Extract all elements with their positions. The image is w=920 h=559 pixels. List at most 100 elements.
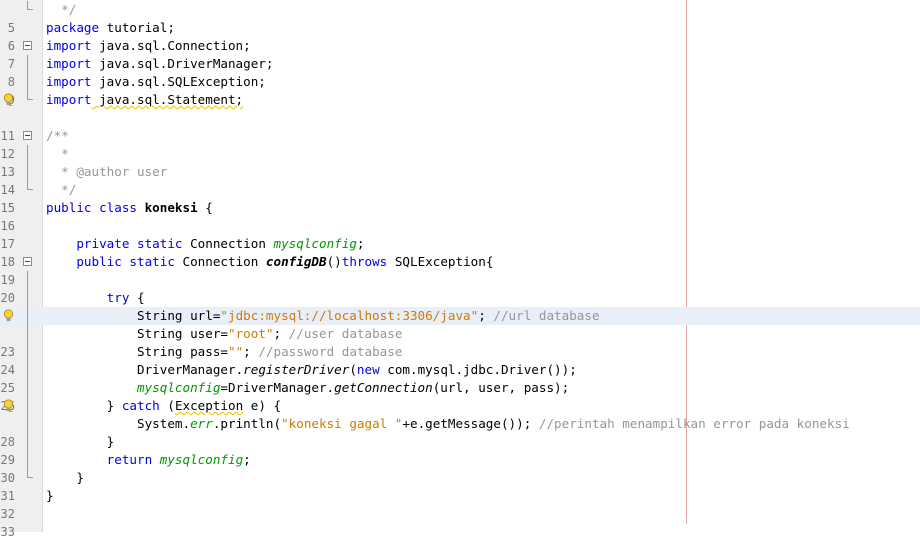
- code-text: (): [326, 254, 342, 269]
- code-line[interactable]: 28 System.err.println("koneksi gagal "+e…: [0, 415, 920, 449]
- code-text: java.sql.SQLException;: [91, 74, 266, 89]
- code-line[interactable]: 16 public class koneksi {: [0, 199, 920, 233]
- code-line[interactable]: 23 String user="root"; //user database: [0, 325, 920, 359]
- code-line[interactable]: 26 mysqlconfig=DriverManager.getConnecti…: [0, 379, 920, 413]
- code-text: {: [197, 200, 213, 215]
- code-text: SQLException{: [387, 254, 494, 269]
- lightbulb-hint-icon[interactable]: [3, 93, 14, 107]
- code-line[interactable]: 21 try {: [0, 289, 920, 323]
- code-line[interactable]: 30 return mysqlconfig;: [0, 451, 920, 485]
- code-area[interactable]: 5 */ 6 package tutorial; 7 import java.s…: [0, 1, 920, 539]
- code-line-current[interactable]: 22 String url="jdbc:mysql://localhost:33…: [0, 307, 920, 325]
- keyword: throws: [341, 254, 388, 269]
- string-literal: "": [228, 344, 244, 359]
- keyword: import: [46, 92, 92, 107]
- code-line[interactable]: 32 }: [0, 487, 920, 521]
- code-editor[interactable]: 5 */ 6 package tutorial; 7 import java.s…: [0, 0, 920, 539]
- fold-guide: [27, 451, 28, 469]
- code-line[interactable]: 15 */: [0, 181, 920, 215]
- code-line[interactable]: 20: [0, 271, 920, 305]
- code-line[interactable]: 18 private static Connection mysqlconfig…: [0, 235, 920, 269]
- keyword: import: [46, 74, 92, 89]
- code-line[interactable]: 27 } catch (Exception e) {: [0, 397, 920, 415]
- code-line[interactable]: 9 import java.sql.SQLException;: [0, 73, 920, 107]
- code-text: (: [159, 398, 175, 413]
- fold-guide: [27, 163, 28, 181]
- string-literal: "jdbc:mysql://localhost:3306/java": [220, 308, 479, 323]
- method-name: configDB: [265, 254, 327, 269]
- comment: //user database: [288, 326, 403, 341]
- code-text: ;: [273, 326, 289, 341]
- code-text: }: [106, 398, 122, 413]
- code-line[interactable]: 25 DriverManager.registerDriver(new com.…: [0, 361, 920, 395]
- code-text: {: [129, 290, 145, 305]
- code-line[interactable]: 14 * @author user: [0, 163, 920, 197]
- fold-collapse-icon[interactable]: [23, 131, 32, 140]
- code-line[interactable]: 12 /**: [0, 127, 920, 161]
- code-line[interactable]: 8 import java.sql.DriverManager;: [0, 55, 920, 89]
- fold-guide: [27, 415, 28, 433]
- code-text: String user=: [137, 326, 228, 341]
- fold-collapse-icon[interactable]: [23, 257, 32, 266]
- code-text: Connection: [182, 236, 274, 251]
- code-text: ;: [243, 452, 251, 467]
- comment: */: [46, 182, 77, 197]
- code-text: tutorial;: [99, 20, 175, 35]
- lightbulb-hint-icon[interactable]: [3, 399, 14, 413]
- method-name: registerDriver: [243, 362, 350, 377]
- code-line[interactable]: 24 String pass=""; //password database: [0, 343, 920, 377]
- field-name: mysqlconfig: [137, 380, 221, 395]
- code-text: }: [46, 488, 54, 503]
- code-line[interactable]: 19 public static Connection configDB()th…: [0, 253, 920, 287]
- fold-guide: [27, 73, 28, 91]
- keyword: return: [106, 452, 153, 467]
- code-text: java.sql.DriverManager;: [91, 56, 274, 71]
- fold-collapse-icon[interactable]: [23, 41, 32, 50]
- fold-guide: [27, 433, 28, 451]
- code-line[interactable]: 17: [0, 217, 920, 251]
- code-text: String url=: [137, 308, 221, 323]
- code-text: (: [349, 362, 357, 377]
- code-line[interactable]: 7 import java.sql.Connection;: [0, 37, 920, 71]
- comment: //perintah menampilkan error pada koneks…: [538, 416, 850, 431]
- keyword: package: [46, 20, 100, 35]
- code-text: DriverManager.: [137, 362, 244, 377]
- code-text: }: [76, 470, 84, 485]
- keyword: import: [46, 38, 92, 53]
- code-line[interactable]: 5 */: [0, 1, 920, 35]
- fold-end-marker: [27, 469, 33, 478]
- code-line[interactable]: 11: [0, 109, 920, 143]
- code-text: ;: [243, 344, 259, 359]
- code-line[interactable]: 6 package tutorial;: [0, 19, 920, 53]
- code-line[interactable]: 33: [0, 505, 920, 539]
- fold-end-marker: [27, 91, 33, 100]
- code-text: com.mysql.jdbc.Driver());: [379, 362, 577, 377]
- fold-guide: [27, 289, 28, 307]
- fold-guide: [27, 307, 28, 325]
- code-line[interactable]: 13 *: [0, 145, 920, 179]
- fold-guide: [27, 397, 28, 415]
- code-text: .println(: [212, 416, 282, 431]
- code-line[interactable]: 31 }: [0, 469, 920, 503]
- code-text: (url, user, pass);: [432, 380, 570, 395]
- code-line[interactable]: 10 import java.sql.Statement;: [0, 91, 920, 109]
- fold-guide: [27, 361, 28, 379]
- code-text: }: [106, 434, 115, 449]
- code-line[interactable]: 29 }: [0, 433, 920, 467]
- keyword: public class: [46, 200, 137, 215]
- method-name: getConnection: [334, 380, 433, 395]
- class-name: koneksi: [144, 200, 198, 215]
- code-text: java.sql.Connection;: [91, 38, 251, 53]
- lightbulb-hint-icon[interactable]: [3, 309, 14, 323]
- keyword: import: [46, 56, 92, 71]
